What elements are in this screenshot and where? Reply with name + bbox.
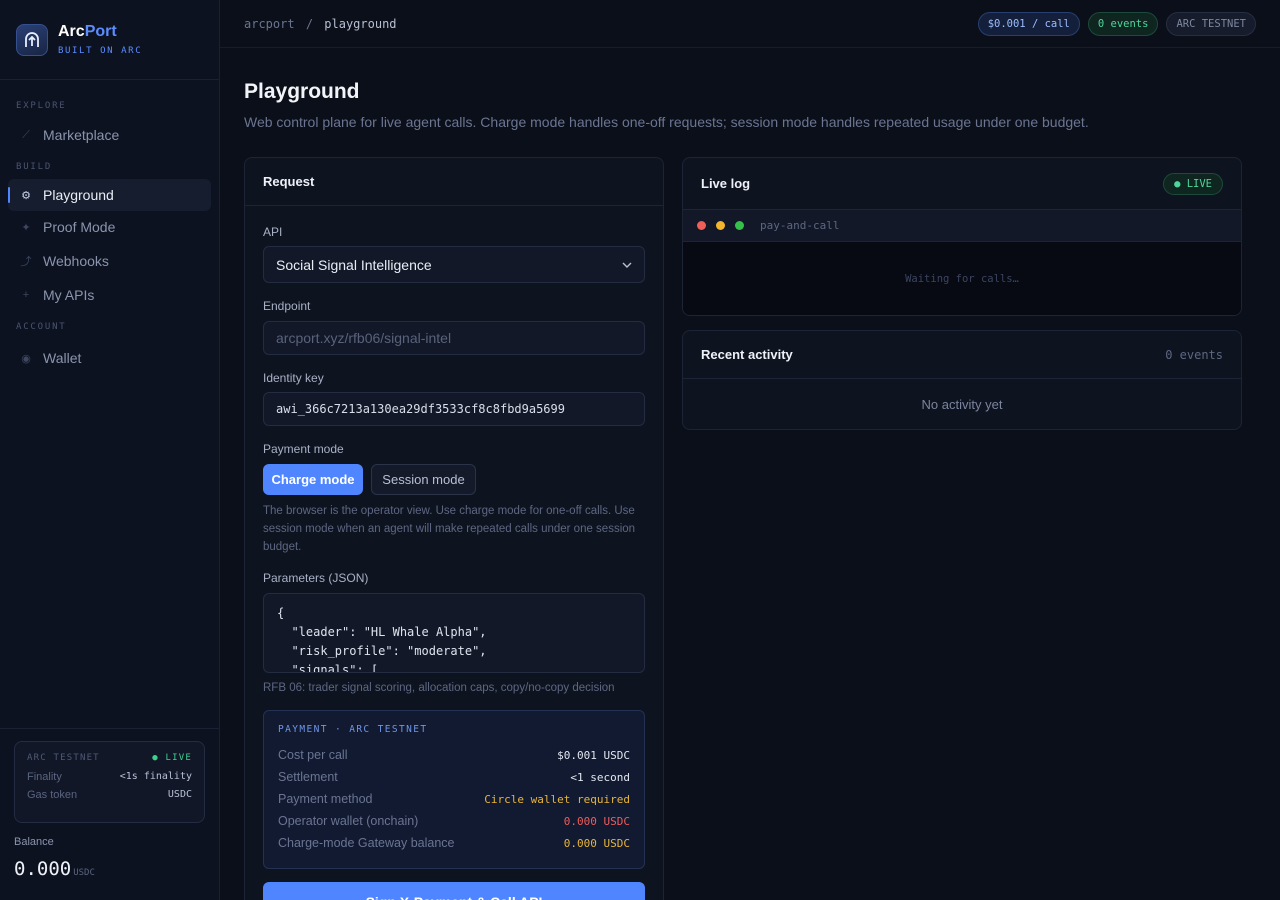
breadcrumb-current: playground [324, 16, 397, 31]
payment-row: Charge-mode Gateway balance 0.000 USDC [278, 836, 630, 850]
nav-section-explore: EXPLORE [16, 101, 67, 111]
finality-value: <1s finality [119, 771, 192, 782]
activity-count: 0 events [1165, 347, 1223, 362]
sidebar-item-my-apis[interactable]: + My APIs [8, 279, 211, 311]
api-label: API [263, 225, 283, 239]
request-panel: Request API Social Signal Intelligence E… [244, 157, 664, 900]
arcport-logo-icon [16, 23, 48, 56]
sidebar-item-proof-mode[interactable]: ✦ Proof Mode [8, 211, 211, 243]
balance-label: Balance [14, 836, 54, 848]
maximize-dot-icon [735, 221, 744, 230]
nav-section-build: BUILD [16, 162, 53, 172]
sidebar-item-label: Playground [43, 187, 114, 203]
sidebar-item-label: My APIs [43, 287, 95, 303]
endpoint-input[interactable]: arcport.xyz/rfb06/signal-intel [263, 321, 645, 355]
balance-value: 0.000 USDC [14, 858, 95, 880]
network-label: ARC TESTNET [27, 753, 100, 763]
api-select-value: Social Signal Intelligence [276, 256, 432, 273]
sidebar-divider [0, 728, 219, 729]
brand-tagline: BUILT ON ARC [58, 46, 143, 56]
live-log-panel: Live log ● LIVE pay-and-call Waiting for… [682, 157, 1242, 316]
payment-row: Cost per call $0.001 USDC [278, 748, 630, 762]
gas-token-label: Gas token [27, 789, 78, 801]
chevron-down-icon [622, 259, 632, 271]
request-panel-title: Request [245, 158, 663, 206]
sidebar-item-label: Wallet [43, 350, 82, 366]
parameters-json-textarea[interactable]: { "leader": "HL Whale Alpha", "risk_prof… [263, 593, 645, 673]
sidebar-item-wallet[interactable]: ◉ Wallet [8, 342, 211, 374]
plus-icon: + [22, 289, 30, 301]
minimize-dot-icon [716, 221, 725, 230]
sidebar-item-marketplace[interactable]: ⟋ Marketplace [8, 119, 211, 151]
terminal-title: pay-and-call [760, 219, 840, 232]
sidebar-item-webhooks[interactable]: ⤴ Webhooks [8, 245, 211, 277]
parameters-hint: RFB 06: trader signal scoring, allocatio… [263, 682, 615, 694]
charge-mode-button[interactable]: Charge mode [263, 464, 363, 495]
network-card: ARC TESTNET ● LIVE Finality <1s finality… [14, 741, 205, 823]
terminal-titlebar: pay-and-call [683, 209, 1241, 242]
payment-mode-label: Payment mode [263, 442, 344, 456]
sidebar: ArcPort BUILT ON ARC EXPLORE ⟋ Marketpla… [0, 0, 220, 900]
brand[interactable]: ArcPort BUILT ON ARC [0, 0, 219, 80]
sign-and-call-button[interactable]: Sign X-Payment & Call API [263, 882, 645, 900]
payment-row: Payment method Circle wallet required [278, 792, 630, 806]
live-log-title: Live log [701, 176, 751, 191]
recent-activity-title: Recent activity [701, 347, 793, 362]
payment-mode-hint: The browser is the operator view. Use ch… [263, 505, 636, 553]
gear-icon: ⚙ [21, 189, 31, 202]
recent-activity-panel: Recent activity 0 events No activity yet [682, 330, 1242, 430]
close-dot-icon [697, 221, 706, 230]
terminal-output: Waiting for calls… [683, 242, 1241, 315]
gateway-balance: 0.000 USDC [563, 836, 630, 850]
sidebar-item-label: Proof Mode [43, 219, 116, 235]
page-subtitle: Web control plane for live agent calls. … [244, 114, 1089, 130]
gas-token-value: USDC [167, 789, 192, 800]
price-badge: $0.001 / call [977, 11, 1080, 36]
breadcrumb: arcport / playground [244, 16, 397, 31]
hook-icon: ⤴ [20, 256, 32, 268]
payment-method-warning: Circle wallet required [484, 792, 630, 806]
parameters-label: Parameters (JSON) [263, 571, 369, 585]
live-badge: ● LIVE [1163, 172, 1223, 195]
payment-row: Settlement <1 second [278, 770, 630, 784]
network-status-badge: ● LIVE [152, 753, 192, 763]
api-select[interactable]: Social Signal Intelligence [263, 246, 645, 283]
wallet-icon: ◉ [21, 352, 31, 365]
identity-key-label: Identity key [263, 371, 324, 385]
page-title: Playground [244, 80, 360, 103]
payment-summary-card: PAYMENT · ARC TESTNET Cost per call $0.0… [263, 710, 645, 869]
operator-wallet-balance: 0.000 USDC [563, 814, 630, 828]
payment-summary-header: PAYMENT · ARC TESTNET [278, 724, 428, 735]
identity-key-input[interactable]: awi_366c7213a130ea29df3533cf8c8fbd9a5699 [263, 392, 645, 426]
payment-row: Operator wallet (onchain) 0.000 USDC [278, 814, 630, 828]
nav-section-account: ACCOUNT [16, 322, 67, 332]
session-mode-button[interactable]: Session mode [371, 464, 476, 495]
sidebar-item-label: Marketplace [43, 127, 120, 143]
events-badge: 0 events [1087, 11, 1159, 36]
sidebar-item-label: Webhooks [43, 253, 109, 269]
sidebar-item-playground[interactable]: ⚙ Playground [8, 179, 211, 211]
sparkle-icon: ✦ [21, 221, 31, 234]
finality-label: Finality [27, 771, 62, 783]
network-badge: ARC TESTNET [1166, 11, 1256, 36]
brand-name: ArcPort [58, 23, 117, 40]
activity-empty-state: No activity yet [921, 396, 1003, 412]
topbar: arcport / playground $0.001 / call 0 eve… [220, 0, 1280, 48]
breadcrumb-root[interactable]: arcport [244, 17, 295, 31]
terminal-empty-state: Waiting for calls… [905, 273, 1019, 285]
endpoint-label: Endpoint [263, 299, 311, 313]
trend-icon: ⟋ [22, 128, 30, 141]
